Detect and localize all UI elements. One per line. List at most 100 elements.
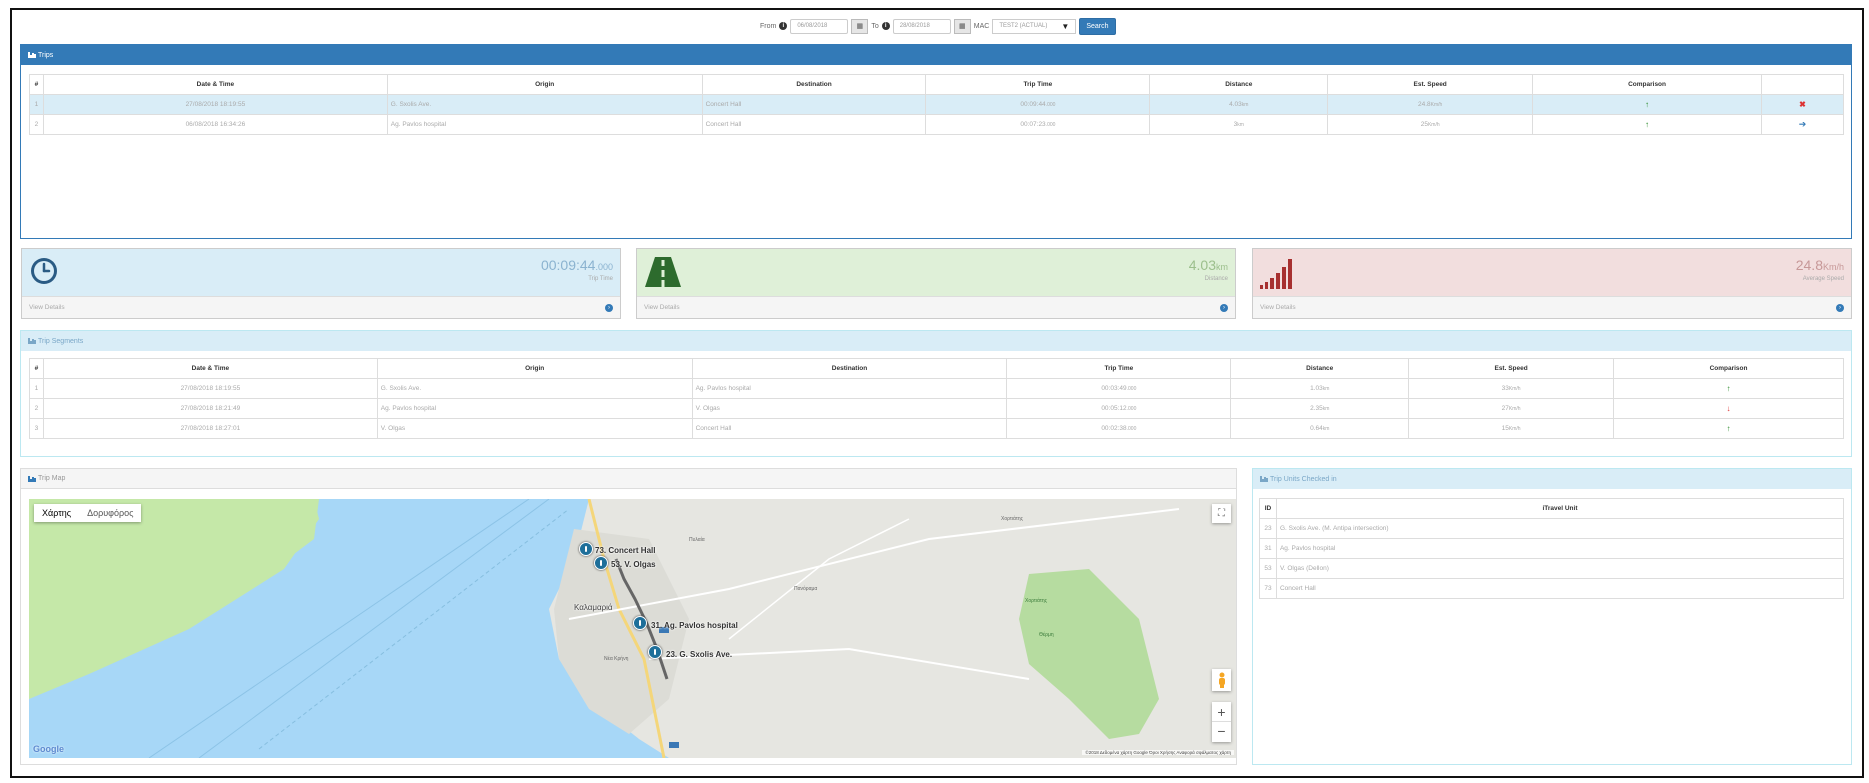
arrow-right-icon[interactable]: ➔ <box>1760 114 1845 135</box>
map-attribution[interactable]: ©2018 Δεδομένα χάρτη Google Όροι Χρήσης … <box>1082 750 1234 755</box>
col-header[interactable]: Comparison <box>1613 358 1844 379</box>
unit-id: 31 <box>1259 538 1277 559</box>
table-row: 73 Concert Hall <box>1259 578 1845 599</box>
speed-value: 15 <box>1501 425 1509 432</box>
arrow-up-icon: ↑ <box>1532 114 1762 135</box>
map-panel-header: Trip Map <box>21 469 1236 489</box>
stat-label: Distance <box>1204 276 1228 282</box>
distance-unit: km <box>1241 102 1249 108</box>
place-label: Νέα Κρήνη <box>604 656 629 662</box>
col-header[interactable]: Trip Time <box>925 74 1151 95</box>
table-row: 2 27/08/2018 18:21:49 Ag. Pavlos hospita… <box>29 398 1844 419</box>
speed-value: 24.8 <box>1418 101 1431 108</box>
unit-id: 53 <box>1259 558 1277 579</box>
col-header: # <box>29 74 44 95</box>
search-button[interactable]: Search <box>1079 17 1116 35</box>
row-datetime: 06/08/2018 16:34:26 <box>42 114 388 135</box>
map-type-map-button[interactable]: Χάρτης <box>34 504 79 522</box>
row-speed: 33Km/h <box>1408 378 1615 399</box>
marker-label: 31. Ag. Pavlos hospital <box>651 621 738 630</box>
col-header[interactable]: Est. Speed <box>1408 358 1615 379</box>
col-header[interactable]: Origin <box>376 358 693 379</box>
calendar-icon[interactable]: ▦ <box>851 18 869 34</box>
trips-panel-header: Trips <box>21 45 1851 65</box>
close-icon[interactable]: ✖ <box>1760 94 1845 115</box>
table-row: 3 27/08/2018 18:27:01 V. Olgas Concert H… <box>29 418 1844 439</box>
arrow-circle-right-icon: › <box>1220 303 1228 312</box>
mac-label: MAC <box>973 22 990 30</box>
row-speed: 24.8Km/h <box>1327 94 1534 115</box>
arrow-up-icon: ↑ <box>1532 94 1762 115</box>
fullscreen-icon[interactable]: ⛶ <box>1212 504 1231 523</box>
from-label: From <box>760 22 777 30</box>
col-header: ID <box>1259 498 1277 519</box>
footer-label: View Details <box>29 304 65 311</box>
col-header[interactable]: Trip Time <box>1006 358 1232 379</box>
map-marker-pin-icon[interactable] <box>594 556 608 570</box>
distance-value: 0.64 <box>1310 425 1323 432</box>
col-header[interactable]: Est. Speed <box>1327 74 1534 95</box>
bar-chart-icon <box>28 475 36 482</box>
col-header[interactable]: Date & Time <box>42 74 388 95</box>
arrow-circle-right-icon: › <box>1836 303 1844 312</box>
table-header-row: ID iTravel Unit <box>1259 498 1845 519</box>
search-bar: From i 06/08/2018 ▦ To i 28/08/2018 ▦ MA… <box>760 17 1116 35</box>
col-header[interactable]: Destination <box>691 358 1008 379</box>
col-header[interactable]: Distance <box>1230 358 1410 379</box>
col-header[interactable]: Distance <box>1149 74 1329 95</box>
view-details-link[interactable]: View Details › <box>1253 296 1851 318</box>
distance-unit: km <box>1322 386 1330 392</box>
to-label: To <box>871 22 879 30</box>
map-type-satellite-button[interactable]: Δορυφόρος <box>79 504 141 522</box>
chevron-down-icon: ▼ <box>1061 21 1070 31</box>
info-icon[interactable]: i <box>779 22 788 30</box>
row-trip-time: 00:07:23.000 <box>925 114 1151 135</box>
row-number: 2 <box>29 114 44 135</box>
footer-label: View Details <box>1260 304 1296 311</box>
view-details-link[interactable]: View Details › <box>22 296 620 318</box>
trip-time-value: 00:02:38 <box>1101 425 1127 432</box>
stat-unit: Km/h <box>1822 262 1844 272</box>
zoom-control: + − <box>1212 702 1231 742</box>
map-marker-pin-icon[interactable] <box>633 616 647 630</box>
col-header[interactable]: Comparison <box>1532 74 1762 95</box>
col-header[interactable]: Destination <box>701 74 927 95</box>
table-row[interactable]: 1 27/08/2018 18:19:55 G. Sxolis Ave. Con… <box>29 94 1845 115</box>
speed-unit: Km/h <box>1508 426 1521 432</box>
info-icon[interactable]: i <box>881 22 890 30</box>
map-type-control: Χάρτης Δορυφόρος <box>34 504 142 522</box>
col-header: # <box>29 358 44 379</box>
distance-unit: km <box>1322 406 1330 412</box>
view-details-link[interactable]: View Details › <box>637 296 1235 318</box>
map-canvas[interactable]: Χάρτης Δορυφόρος ⛶ + − 73. Concert Hall … <box>29 499 1236 758</box>
table-row[interactable]: 2 06/08/2018 16:34:26 Ag. Pavlos hospita… <box>29 114 1845 135</box>
bar-chart-icon <box>28 52 36 58</box>
to-date-input[interactable]: 28/08/2018 <box>892 18 951 34</box>
col-header <box>1760 74 1845 95</box>
speed-unit: Km/h <box>1508 406 1521 412</box>
mac-select[interactable]: TEST2 (ACTUAL) ▼ <box>992 18 1077 34</box>
panel-title: Trip Units Checked in <box>1270 475 1337 483</box>
calendar-icon[interactable]: ▦ <box>953 18 971 34</box>
col-header[interactable]: Origin <box>386 74 703 95</box>
distance-card: 4.03km Distance View Details › <box>636 248 1236 319</box>
unit-name: Concert Hall <box>1275 578 1845 599</box>
zoom-in-button[interactable]: + <box>1212 702 1231 722</box>
row-speed: 25Km/h <box>1327 114 1534 135</box>
table-header-row: # Date & Time Origin Destination Trip Ti… <box>29 74 1845 95</box>
map-marker-pin-icon[interactable] <box>579 542 593 556</box>
row-speed: 27Km/h <box>1408 398 1615 419</box>
col-header[interactable]: Date & Time <box>42 358 378 379</box>
table-row: 1 27/08/2018 18:19:55 G. Sxolis Ave. Ag.… <box>29 378 1844 399</box>
place-label: Θέρμη <box>1039 632 1054 638</box>
speed-unit: Km/h <box>1430 102 1443 108</box>
street-view-pegman-icon[interactable] <box>1212 669 1231 691</box>
map-marker-pin-icon[interactable] <box>648 645 662 659</box>
distance-value: 4.03km <box>1189 257 1228 273</box>
row-origin: V. Olgas <box>376 418 693 439</box>
signal-bars-icon <box>1260 259 1292 289</box>
stat-value: 00:09:44 <box>540 257 596 273</box>
zoom-out-button[interactable]: − <box>1212 722 1231 742</box>
row-destination: V. Olgas <box>691 398 1008 419</box>
from-date-input[interactable]: 06/08/2018 <box>790 18 849 34</box>
